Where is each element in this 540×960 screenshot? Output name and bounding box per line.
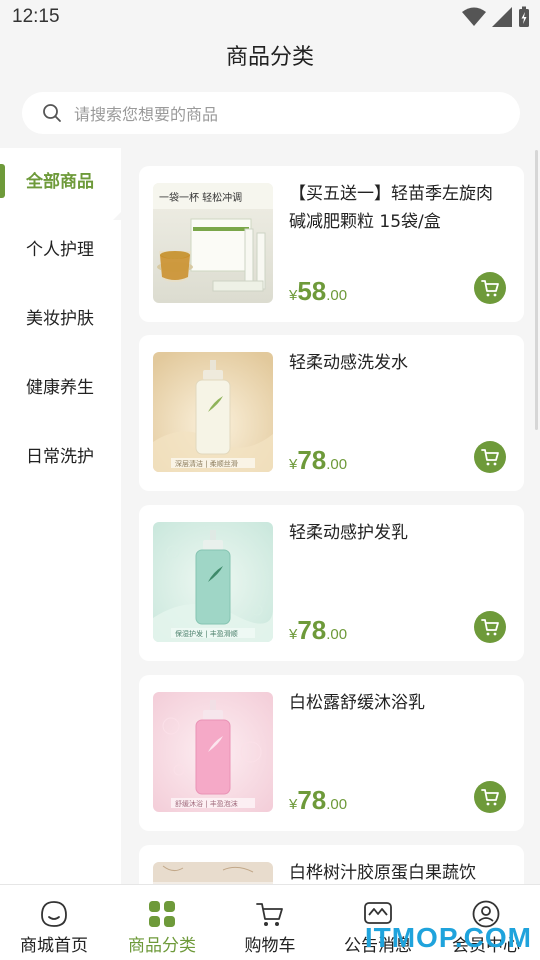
product-image-caption: 一袋一杯 轻松冲调: [159, 191, 242, 204]
title-bar: 商品分类: [0, 36, 540, 80]
sidebar-item-all[interactable]: 全部商品: [0, 152, 121, 212]
sidebar-item-label: 健康养生: [26, 378, 94, 398]
scrollbar[interactable]: [535, 150, 538, 430]
status-bar: 12:15: [0, 0, 540, 36]
product-price: ¥78.00: [289, 615, 348, 645]
tab-cart[interactable]: 购物车: [216, 885, 324, 960]
product-name: 轻柔动感洗发水: [289, 353, 408, 373]
grid-icon: [149, 901, 175, 927]
sidebar-item-label: 美妆护肤: [26, 309, 94, 329]
product-card[interactable]: 舒缓沐浴 | 丰盈泡沫 白松露舒缓沐浴乳 ¥78.00: [139, 675, 524, 831]
search-icon: [43, 104, 61, 122]
watermark: ITMOP.COM: [364, 922, 532, 953]
add-to-cart-button[interactable]: [474, 441, 506, 473]
product-name: 【买五送一】轻苗季左旋肉碱减肥颗粒 15袋/盒: [289, 184, 493, 232]
add-to-cart-button[interactable]: [474, 272, 506, 304]
tab-categories[interactable]: 商品分类: [108, 885, 216, 960]
cart-icon: [481, 619, 499, 636]
product-name: 白松露舒缓沐浴乳: [289, 693, 425, 713]
active-category-indicator: [0, 164, 5, 198]
sidebar-notch: [113, 212, 121, 220]
cart-icon: [256, 903, 283, 926]
tab-label: 商品分类: [128, 936, 196, 956]
sidebar-item-label: 全部商品: [26, 172, 94, 192]
status-time: 12:15: [12, 6, 60, 27]
cart-icon: [481, 789, 499, 806]
category-sidebar: 全部商品 个人护理 美妆护肤 健康养生 日常洗护: [0, 148, 121, 884]
wifi-icon: [462, 7, 486, 26]
product-image-caption: 保湿护发 | 丰盈滑顺: [175, 629, 238, 638]
product-image-caption: 深层清洁 | 柔顺丝滑: [175, 459, 238, 468]
product-image: 舒缓沐浴 | 丰盈泡沫: [153, 692, 273, 812]
product-image-caption: 舒缓沐浴 | 丰盈泡沫: [175, 799, 238, 808]
sidebar-item-label: 日常洗护: [26, 447, 94, 467]
product-image: 深层清洁 | 柔顺丝滑: [153, 352, 273, 472]
product-card[interactable]: 一袋一杯 轻松冲调 【买五送一】轻苗季左旋肉碱减肥颗粒 15袋/盒 ¥58.00: [139, 166, 524, 322]
tab-label: 购物车: [244, 936, 296, 956]
add-to-cart-button[interactable]: [474, 781, 506, 813]
product-list: 一袋一杯 轻松冲调 【买五送一】轻苗季左旋肉碱减肥颗粒 15袋/盒 ¥58.00: [139, 148, 524, 884]
product-price: ¥58.00: [289, 276, 348, 306]
search-placeholder: 请搜索您想要的商品: [74, 105, 219, 124]
product-name: 白桦树汁胶原蛋白果蔬饮: [289, 863, 476, 883]
product-image: 保湿护发 | 丰盈滑顺: [153, 522, 273, 642]
sidebar-item-label: 个人护理: [26, 240, 94, 260]
product-price: ¥78.00: [289, 445, 348, 475]
product-price: ¥78.00: [289, 785, 348, 815]
home-face-icon: [41, 901, 67, 927]
cart-icon: [481, 280, 499, 297]
cart-icon: [481, 449, 499, 466]
product-card[interactable]: 白桦树汁胶原蛋白果蔬饮: [139, 845, 524, 884]
sidebar-item-personal-care[interactable]: 个人护理: [0, 220, 121, 280]
search-input[interactable]: 请搜索您想要的商品: [22, 92, 520, 134]
add-to-cart-button[interactable]: [474, 611, 506, 643]
page-title: 商品分类: [225, 45, 314, 70]
tab-home[interactable]: 商城首页: [0, 885, 108, 960]
status-icons: [462, 6, 530, 28]
sidebar-item-daily-wash[interactable]: 日常洗护: [0, 427, 121, 487]
tab-label: 商城首页: [20, 936, 88, 956]
product-card[interactable]: 保湿护发 | 丰盈滑顺 轻柔动感护发乳 ¥78.00: [139, 505, 524, 661]
sidebar-item-health[interactable]: 健康养生: [0, 358, 121, 418]
sidebar-item-beauty-skincare[interactable]: 美妆护肤: [0, 289, 121, 349]
product-name: 轻柔动感护发乳: [289, 523, 408, 543]
product-image: [153, 862, 273, 884]
signal-icon: [492, 7, 512, 27]
product-image: 一袋一杯 轻松冲调: [153, 183, 273, 303]
battery-icon: [519, 6, 529, 27]
product-card[interactable]: 深层清洁 | 柔顺丝滑 轻柔动感洗发水 ¥78.00: [139, 335, 524, 491]
